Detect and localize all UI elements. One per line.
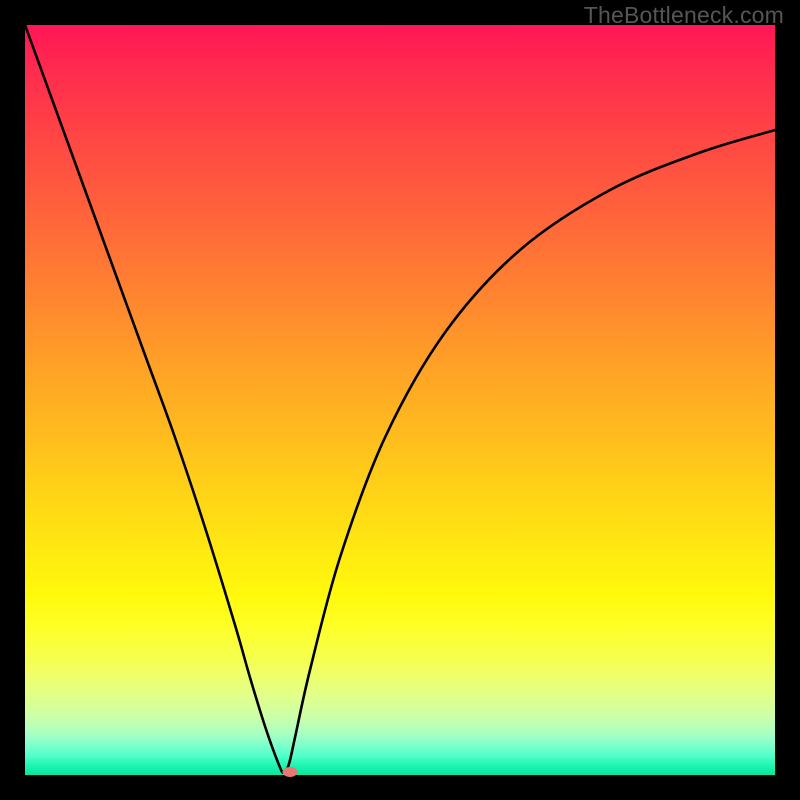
plot-area xyxy=(25,25,775,775)
optimum-marker xyxy=(282,767,297,777)
chart-frame: TheBottleneck.com xyxy=(0,0,800,800)
curve-svg xyxy=(25,25,775,775)
bottleneck-curve-path xyxy=(25,25,775,773)
